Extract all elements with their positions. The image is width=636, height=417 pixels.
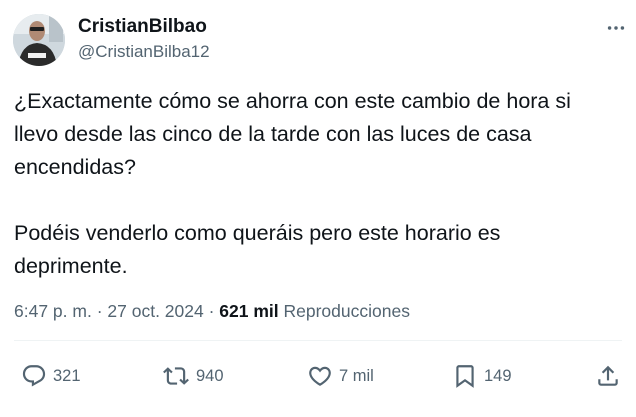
like-count: 7 mil xyxy=(339,366,374,385)
avatar-image xyxy=(13,14,65,66)
retweet-button[interactable]: 940 xyxy=(162,356,224,396)
share-button[interactable] xyxy=(595,356,621,396)
tweet-meta: 6:47 p. m. · 27 oct. 2024 · 621 mil Repr… xyxy=(14,298,410,324)
tweet-text: ¿Exactamente cómo se ahorra con este cam… xyxy=(14,85,614,283)
tweet-paragraph-2: Podéis venderlo como queráis pero este h… xyxy=(14,221,501,278)
more-options-icon xyxy=(607,26,625,30)
author-name[interactable]: CristianBilbao xyxy=(78,15,207,39)
views-count[interactable]: 621 mil xyxy=(219,301,278,321)
reply-button[interactable]: 321 xyxy=(21,356,81,396)
retweet-count: 940 xyxy=(196,366,224,385)
retweet-icon xyxy=(163,367,189,385)
meta-separator: · xyxy=(91,301,108,321)
bookmark-count: 149 xyxy=(484,366,512,385)
like-button[interactable]: 7 mil xyxy=(307,356,374,396)
tweet-paragraph-1: ¿Exactamente cómo se ahorra con este cam… xyxy=(14,89,571,179)
bookmark-icon xyxy=(456,365,474,388)
reply-icon xyxy=(22,365,46,387)
divider xyxy=(14,340,622,341)
tweet-card: CristianBilbao @CristianBilba12 ¿Exactam… xyxy=(0,0,636,417)
views-label: Reproducciones xyxy=(278,301,410,321)
more-options-button[interactable] xyxy=(602,14,630,42)
reply-count: 321 xyxy=(53,366,81,385)
meta-separator: · xyxy=(203,301,220,321)
action-bar: 321 940 7 mil 149 xyxy=(0,356,636,396)
bookmark-button[interactable]: 149 xyxy=(452,356,512,396)
author-handle[interactable]: @CristianBilba12 xyxy=(78,41,210,63)
tweet-time[interactable]: 6:47 p. m. xyxy=(14,301,92,321)
avatar[interactable] xyxy=(13,14,65,66)
share-icon xyxy=(598,365,618,386)
heart-icon xyxy=(309,366,331,386)
tweet-date[interactable]: 27 oct. 2024 xyxy=(107,301,203,321)
